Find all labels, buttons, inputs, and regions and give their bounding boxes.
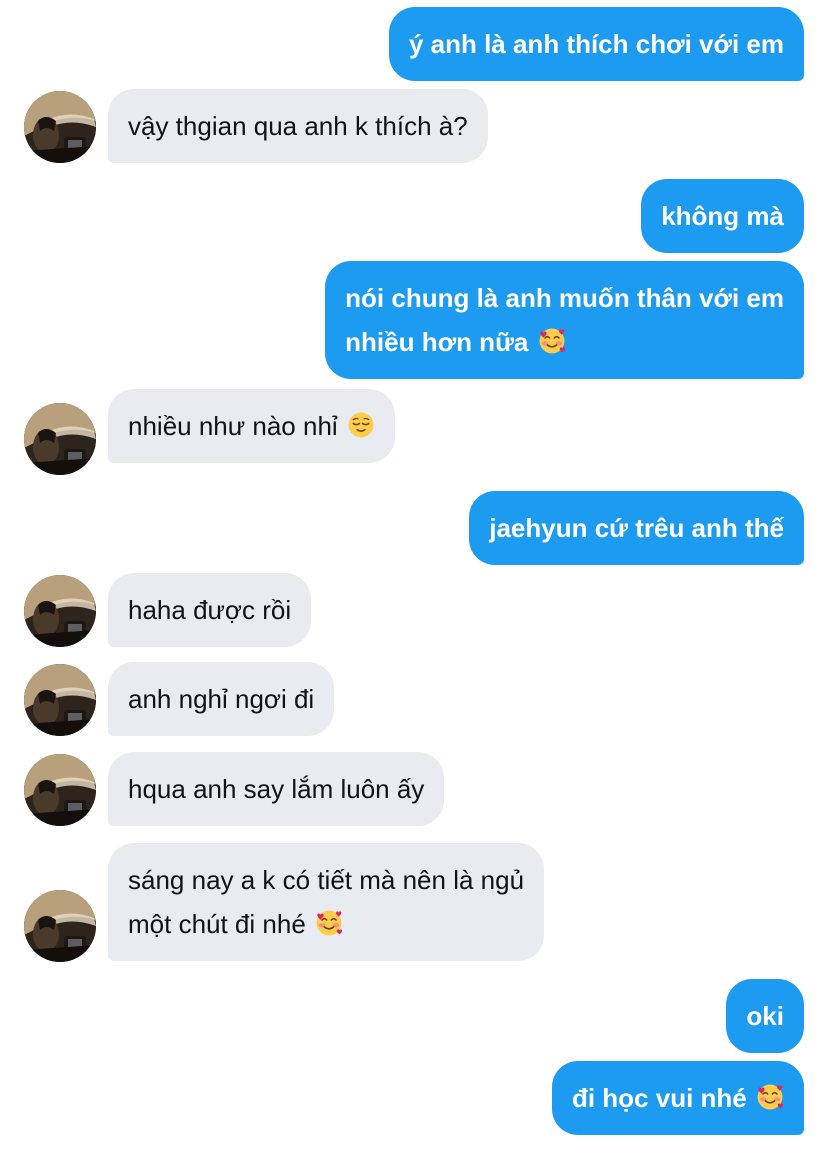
avatar[interactable] xyxy=(24,890,96,962)
message-outgoing[interactable]: jaehyun cứ trêu anh thế xyxy=(469,491,804,565)
message-text: haha được rồi xyxy=(128,595,292,625)
avatar[interactable] xyxy=(24,754,96,826)
message-text: oki xyxy=(746,1001,784,1031)
message-text-line: sáng nay a k có tiết mà nên là ngủ xyxy=(128,865,525,895)
message-incoming[interactable]: vậy thgian qua anh k thích à? xyxy=(108,89,488,163)
message-text-line: một chút đi nhé xyxy=(128,909,306,939)
message-text: đi học vui nhé xyxy=(571,1083,747,1113)
message-incoming[interactable]: hqua anh say lắm luôn ấy xyxy=(108,752,445,826)
chat-thread: ý anh là anh thích chơi với em vậy thgia… xyxy=(0,0,828,1158)
message-text: không mà xyxy=(661,201,784,231)
avatar[interactable] xyxy=(24,664,96,736)
message-outgoing[interactable]: nói chung là anh muốn thân với em nhiều … xyxy=(325,261,804,379)
message-incoming[interactable]: nhiều như nào nhỉ xyxy=(108,389,395,463)
message-outgoing[interactable]: không mà xyxy=(641,179,804,253)
avatar[interactable] xyxy=(24,91,96,163)
message-text: anh nghỉ ngơi đi xyxy=(128,684,315,714)
message-outgoing[interactable]: ý anh là anh thích chơi với em xyxy=(388,7,804,81)
message-text: vậy thgian qua anh k thích à? xyxy=(128,111,468,141)
message-incoming[interactable]: sáng nay a k có tiết mà nên là ngủ một c… xyxy=(108,843,545,961)
smiling-face-with-hearts-icon xyxy=(538,327,566,355)
avatar[interactable] xyxy=(24,575,96,647)
message-outgoing[interactable]: oki xyxy=(726,979,804,1053)
relieved-face-icon xyxy=(347,411,375,439)
message-outgoing[interactable]: đi học vui nhé xyxy=(551,1061,804,1135)
message-text-line: nhiều hơn nữa xyxy=(345,327,529,357)
message-text: jaehyun cứ trêu anh thế xyxy=(489,513,784,543)
message-incoming[interactable]: haha được rồi xyxy=(108,573,312,647)
message-incoming[interactable]: anh nghỉ ngơi đi xyxy=(108,662,335,736)
smiling-face-with-hearts-icon xyxy=(756,1083,784,1111)
message-text: hqua anh say lắm luôn ấy xyxy=(128,774,425,804)
message-text-line: nói chung là anh muốn thân với em xyxy=(345,283,784,313)
message-text: nhiều như nào nhỉ xyxy=(128,411,338,441)
smiling-face-with-hearts-icon xyxy=(315,909,343,937)
avatar[interactable] xyxy=(24,403,96,475)
message-text: ý anh là anh thích chơi với em xyxy=(408,29,784,59)
